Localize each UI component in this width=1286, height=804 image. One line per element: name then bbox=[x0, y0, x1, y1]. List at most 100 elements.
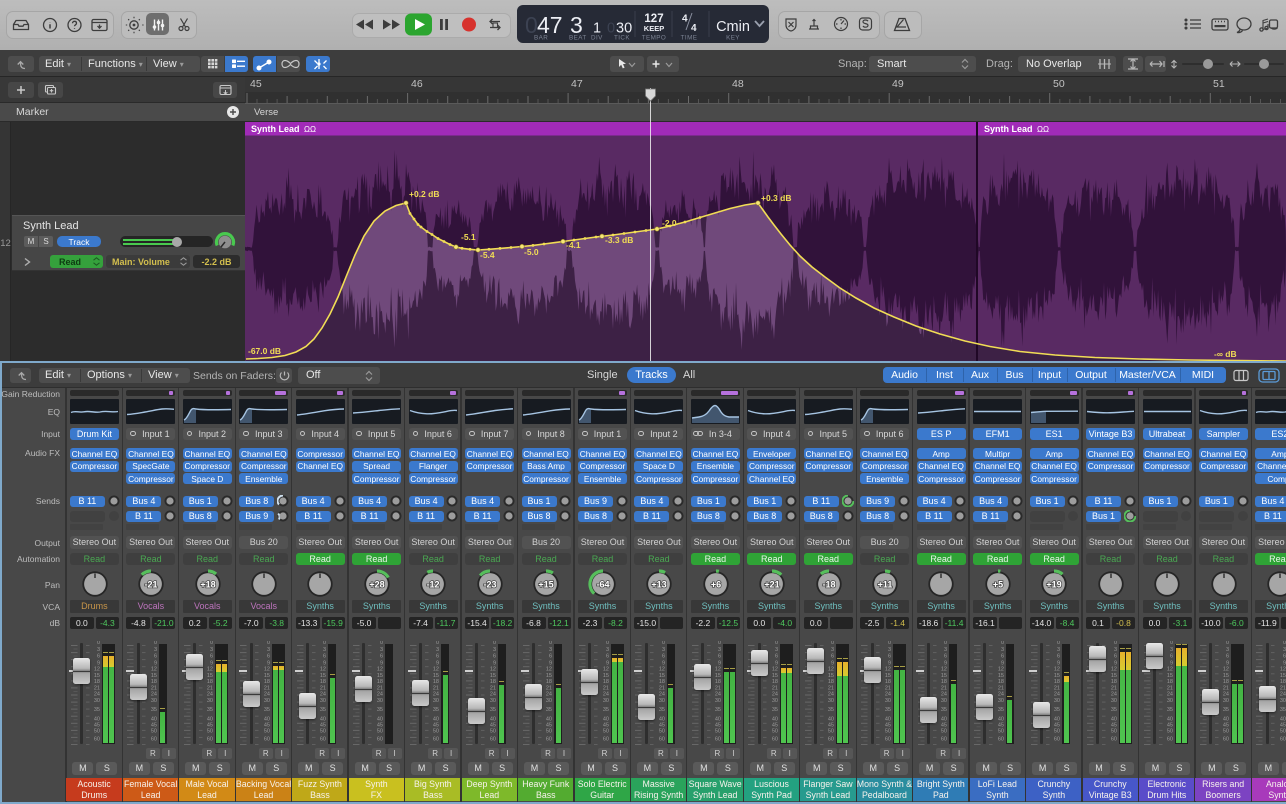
svg-text:9: 9 bbox=[1057, 660, 1060, 666]
svg-text:0: 0 bbox=[154, 641, 157, 646]
svg-text:6: 6 bbox=[1170, 654, 1173, 660]
svg-text:18: 18 bbox=[659, 679, 665, 685]
svg-text:50: 50 bbox=[885, 729, 891, 735]
svg-text:18: 18 bbox=[151, 679, 157, 685]
svg-text:12: 12 bbox=[1167, 667, 1173, 673]
svg-text:DIV: DIV bbox=[591, 35, 603, 42]
svg-text:45: 45 bbox=[941, 722, 947, 728]
svg-text:-5.4: -5.4 bbox=[480, 250, 495, 260]
svg-text:12: 12 bbox=[1223, 667, 1229, 673]
svg-text:35: 35 bbox=[997, 707, 1003, 713]
svg-text:0: 0 bbox=[1057, 641, 1060, 646]
svg-text:0: 0 bbox=[267, 641, 270, 646]
svg-text:24: 24 bbox=[772, 692, 778, 698]
svg-text:24: 24 bbox=[828, 692, 834, 698]
svg-text:12: 12 bbox=[1054, 667, 1060, 673]
svg-text:+5: +5 bbox=[993, 580, 1003, 590]
svg-text:12: 12 bbox=[772, 667, 778, 673]
svg-text:50: 50 bbox=[602, 729, 608, 735]
svg-text:3: 3 bbox=[1057, 647, 1060, 653]
svg-text:12: 12 bbox=[1110, 667, 1116, 673]
svg-text:3: 3 bbox=[662, 647, 665, 653]
svg-text:18: 18 bbox=[94, 679, 100, 685]
svg-text:50: 50 bbox=[772, 729, 778, 735]
svg-text:3: 3 bbox=[605, 647, 608, 653]
svg-text:18: 18 bbox=[546, 679, 552, 685]
svg-text:35: 35 bbox=[715, 707, 721, 713]
svg-text:4: 4 bbox=[691, 23, 697, 34]
svg-text:18: 18 bbox=[602, 679, 608, 685]
svg-text:15: 15 bbox=[659, 673, 665, 679]
svg-text:50: 50 bbox=[659, 729, 665, 735]
svg-text:TIME: TIME bbox=[681, 35, 698, 42]
svg-text:9: 9 bbox=[154, 660, 157, 666]
svg-text:21: 21 bbox=[772, 685, 778, 691]
svg-text:-5.1: -5.1 bbox=[461, 232, 476, 242]
svg-text:+15: +15 bbox=[539, 580, 554, 590]
svg-text:60: 60 bbox=[941, 737, 947, 743]
svg-text:6: 6 bbox=[662, 654, 665, 660]
svg-text:45: 45 bbox=[1054, 722, 1060, 728]
svg-text:45: 45 bbox=[1280, 722, 1286, 728]
svg-text:0: 0 bbox=[323, 641, 326, 646]
svg-text:9: 9 bbox=[380, 660, 383, 666]
svg-text:9: 9 bbox=[888, 660, 891, 666]
svg-text:15: 15 bbox=[885, 673, 891, 679]
svg-text:3: 3 bbox=[775, 647, 778, 653]
svg-text:0: 0 bbox=[1226, 641, 1229, 646]
svg-text:3: 3 bbox=[493, 647, 496, 653]
svg-text:+28: +28 bbox=[369, 580, 384, 590]
svg-text:45: 45 bbox=[772, 722, 778, 728]
svg-text:-4.1: -4.1 bbox=[566, 240, 581, 250]
svg-text:9: 9 bbox=[718, 660, 721, 666]
svg-text:50: 50 bbox=[828, 729, 834, 735]
svg-text:-∞ dB: -∞ dB bbox=[1214, 349, 1237, 359]
svg-text:9: 9 bbox=[267, 660, 270, 666]
svg-text:35: 35 bbox=[489, 707, 495, 713]
svg-text:21: 21 bbox=[1280, 685, 1286, 691]
svg-text:18: 18 bbox=[1280, 679, 1286, 685]
svg-text:0: 0 bbox=[380, 641, 383, 646]
svg-text:-3.3 dB: -3.3 dB bbox=[605, 235, 633, 245]
svg-text:0: 0 bbox=[210, 641, 213, 646]
svg-text:4: 4 bbox=[682, 14, 688, 25]
svg-text:35: 35 bbox=[1054, 707, 1060, 713]
svg-text:21: 21 bbox=[151, 685, 157, 691]
svg-text:18: 18 bbox=[772, 679, 778, 685]
svg-text:-18: -18 bbox=[822, 580, 835, 590]
svg-text:45: 45 bbox=[659, 722, 665, 728]
svg-text:50: 50 bbox=[264, 729, 270, 735]
svg-text:12: 12 bbox=[659, 667, 665, 673]
svg-text:18: 18 bbox=[1167, 679, 1173, 685]
svg-text:30: 30 bbox=[659, 698, 665, 704]
svg-text:45: 45 bbox=[433, 722, 439, 728]
svg-text:50: 50 bbox=[1054, 729, 1060, 735]
svg-text:15: 15 bbox=[772, 673, 778, 679]
svg-text:6: 6 bbox=[210, 654, 213, 660]
svg-text:45: 45 bbox=[94, 722, 100, 728]
svg-text:24: 24 bbox=[1054, 692, 1060, 698]
svg-text:BEAT: BEAT bbox=[569, 35, 587, 42]
svg-text:30: 30 bbox=[828, 698, 834, 704]
svg-text:0: 0 bbox=[1113, 641, 1116, 646]
svg-text:45: 45 bbox=[151, 722, 157, 728]
svg-text:6: 6 bbox=[1057, 654, 1060, 660]
svg-text:30: 30 bbox=[151, 698, 157, 704]
svg-text:+6: +6 bbox=[710, 580, 720, 590]
svg-text:3: 3 bbox=[97, 647, 100, 653]
svg-text:45: 45 bbox=[489, 722, 495, 728]
svg-text:50: 50 bbox=[941, 729, 947, 735]
svg-text:TEMPO: TEMPO bbox=[642, 35, 666, 42]
svg-text:15: 15 bbox=[1280, 673, 1286, 679]
svg-text:35: 35 bbox=[1110, 707, 1116, 713]
svg-text:9: 9 bbox=[1283, 660, 1286, 666]
svg-text:21: 21 bbox=[376, 685, 382, 691]
svg-text:0: 0 bbox=[549, 641, 552, 646]
svg-text:3: 3 bbox=[549, 647, 552, 653]
svg-text:0: 0 bbox=[944, 641, 947, 646]
svg-text:15: 15 bbox=[997, 673, 1003, 679]
svg-text:12: 12 bbox=[94, 667, 100, 673]
svg-text:35: 35 bbox=[659, 707, 665, 713]
svg-text:9: 9 bbox=[605, 660, 608, 666]
svg-text:6: 6 bbox=[718, 654, 721, 660]
